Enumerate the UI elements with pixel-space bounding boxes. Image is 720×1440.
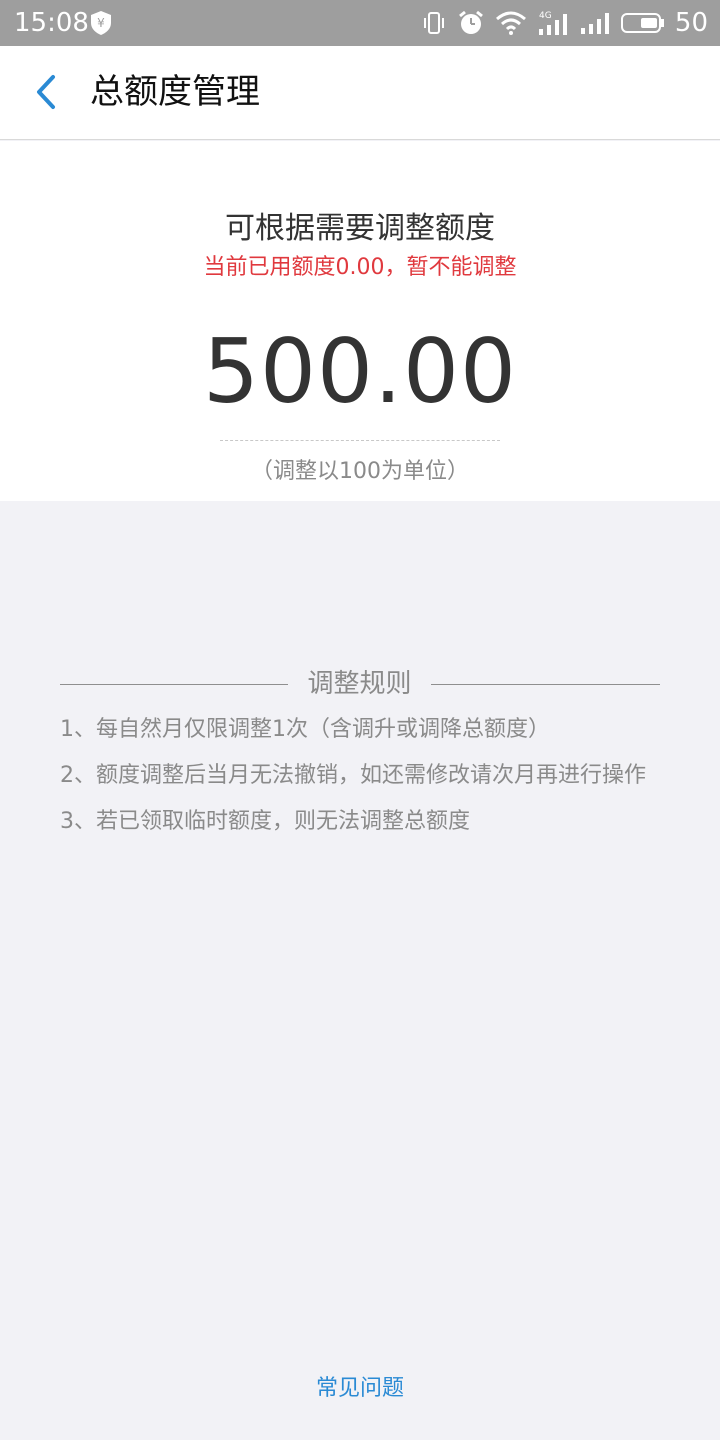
unit-note: （调整以100为单位） [251, 459, 469, 484]
limit-panel: 可根据需要调整额度 当前已用额度0.00，暂不能调整 500.00 （调整以10… [0, 141, 720, 501]
chevron-left-icon [37, 75, 55, 109]
rule-item: 3、若已领取临时额度，则无法调整总额度 [60, 809, 470, 834]
shield-yen-icon: ¥ [91, 11, 111, 35]
used-limit-warning: 当前已用额度0.00，暂不能调整 [203, 255, 517, 280]
alarm-icon [457, 9, 485, 37]
wifi-icon [495, 10, 527, 36]
rules-list: 1、每自然月仅限调整1次（含调升或调降总额度） 2、额度调整后当月无法撤销，如还… [60, 714, 710, 852]
battery-icon [620, 11, 665, 35]
status-bar: 15:08 ¥ 4G 50 [0, 0, 720, 46]
divider-left [60, 684, 288, 685]
rule-item: 1、每自然月仅限调整1次（含调升或调降总额度） [60, 717, 550, 742]
rule-item: 2、额度调整后当月无法撤销，如还需修改请次月再进行操作 [60, 763, 646, 788]
rules-title: 调整规则 [307, 669, 412, 699]
faq-link[interactable]: 常见问题 [0, 1372, 720, 1406]
network-type-label: 4G [539, 11, 552, 21]
status-icons: 4G 50 [421, 8, 708, 38]
limit-amount-input[interactable]: 500.00 [0, 317, 720, 427]
back-button[interactable] [22, 68, 70, 116]
amount-underline [220, 440, 500, 441]
app-bar: 总额度管理 [0, 46, 720, 140]
svg-text:¥: ¥ [97, 16, 105, 30]
vibrate-icon [421, 10, 447, 36]
battery-level: 50 [674, 8, 708, 38]
signal-4g-icon: 4G [537, 9, 569, 37]
divider-right [431, 684, 660, 685]
rules-header: 调整规则 [60, 664, 660, 704]
signal-icon [579, 10, 611, 36]
adjust-prompt: 可根据需要调整额度 [225, 211, 495, 246]
page-title: 总额度管理 [90, 72, 260, 112]
status-time: 15:08 [14, 8, 89, 38]
